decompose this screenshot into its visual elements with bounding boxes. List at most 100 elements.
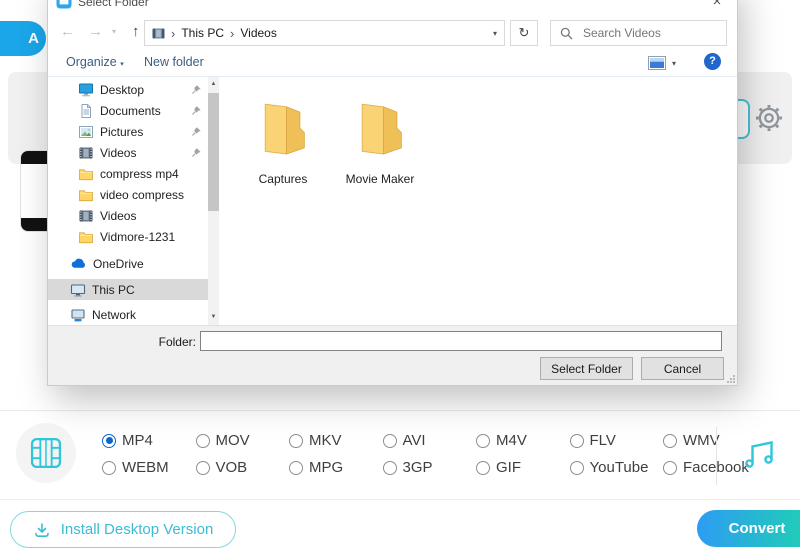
cancel-button[interactable]: Cancel <box>641 357 724 380</box>
new-folder-button[interactable]: New folder <box>144 55 204 69</box>
refresh-icon: ↻ <box>519 25 530 41</box>
radio-icon <box>289 434 303 448</box>
format-radio-webm[interactable]: WEBM <box>96 454 190 481</box>
breadcrumb-videos[interactable]: Videos <box>240 26 276 40</box>
sidebar-item-network[interactable]: Network <box>48 304 208 325</box>
view-options-icon[interactable] <box>648 56 666 70</box>
radio-icon <box>570 434 584 448</box>
sidebar-item-videos-2[interactable]: Videos <box>48 205 208 226</box>
sidebar-item-vidmore-1231[interactable]: Vidmore-1231 <box>48 226 208 247</box>
sidebar-item-label: Desktop <box>100 83 144 97</box>
sidebar-item-desktop[interactable]: Desktop <box>48 79 208 100</box>
divider <box>0 410 800 411</box>
breadcrumb[interactable]: › This PC › Videos ▾ <box>144 20 505 46</box>
sidebar-scrollbar[interactable]: ▲ ▼ <box>208 77 219 325</box>
folder-icon <box>78 229 94 245</box>
history-chevron-icon[interactable]: ▾ <box>112 21 116 43</box>
install-desktop-version-button[interactable]: Install Desktop Version <box>10 511 236 548</box>
radio-icon <box>476 461 490 475</box>
close-icon[interactable]: × <box>704 0 730 12</box>
format-radio-mp4[interactable]: MP4 <box>96 427 190 454</box>
format-radio-facebook[interactable]: Facebook <box>657 454 751 481</box>
dialog-titlebar[interactable]: Select Folder × <box>48 0 737 12</box>
audio-note-icon[interactable] <box>742 436 778 472</box>
picture-icon <box>78 124 94 140</box>
forward-icon[interactable]: → <box>88 21 103 43</box>
format-radio-avi[interactable]: AVI <box>377 427 471 454</box>
format-label: M4V <box>496 432 527 449</box>
organize-menu[interactable]: Organize ▾ <box>66 55 124 69</box>
select-folder-dialog: Select Folder × ← → ▾ ↑ › This PC › Vide… <box>48 0 737 385</box>
format-radio-m4v[interactable]: M4V <box>470 427 564 454</box>
format-radio-youtube[interactable]: YouTube <box>564 454 658 481</box>
format-label: MPG <box>309 459 343 476</box>
video-category-badge <box>16 423 76 483</box>
format-radio-gif[interactable]: GIF <box>470 454 564 481</box>
up-icon[interactable]: ↑ <box>132 21 140 43</box>
folder-movie-maker[interactable]: Movie Maker <box>332 97 428 186</box>
radio-icon <box>663 461 677 475</box>
format-radio-mkv[interactable]: MKV <box>283 427 377 454</box>
radio-icon <box>102 461 116 475</box>
sidebar-item-video-compress[interactable]: video compress <box>48 184 208 205</box>
sidebar-item-videos[interactable]: Videos <box>48 142 208 163</box>
breadcrumb-this-pc[interactable]: This PC <box>181 26 224 40</box>
resize-grip[interactable] <box>725 373 736 384</box>
download-icon <box>33 521 51 539</box>
search-icon <box>560 27 573 40</box>
format-radio-mpg[interactable]: MPG <box>283 454 377 481</box>
view-options-caret-icon[interactable]: ▾ <box>672 59 676 68</box>
refresh-button[interactable]: ↻ <box>510 20 538 46</box>
sidebar-item-documents[interactable]: Documents <box>48 100 208 121</box>
sidebar-item-this-pc[interactable]: This PC <box>48 279 208 300</box>
format-label: VOB <box>216 459 248 476</box>
format-label: WMV <box>683 432 720 449</box>
scroll-down-icon[interactable]: ▼ <box>208 310 219 325</box>
format-label: 3GP <box>403 459 433 476</box>
folder-icon <box>78 166 94 182</box>
videos-location-icon <box>152 27 165 40</box>
format-radio-vob[interactable]: VOB <box>190 454 284 481</box>
pin-icon <box>191 147 202 158</box>
radio-icon <box>383 434 397 448</box>
add-files-button[interactable]: A <box>0 21 46 56</box>
radio-icon <box>570 461 584 475</box>
settings-gear-icon[interactable] <box>754 103 784 133</box>
format-radio-wmv[interactable]: WMV <box>657 427 751 454</box>
format-radio-flv[interactable]: FLV <box>564 427 658 454</box>
format-label: GIF <box>496 459 521 476</box>
radio-icon <box>476 434 490 448</box>
sidebar-item-pictures[interactable]: Pictures <box>48 121 208 142</box>
sidebar-item-label: Vidmore-1231 <box>100 230 175 244</box>
add-files-label: A <box>28 30 39 47</box>
folder-name-input[interactable] <box>200 331 722 351</box>
dialog-title: Select Folder <box>78 0 149 9</box>
folder-captures[interactable]: Captures <box>235 97 331 186</box>
search-box[interactable] <box>550 20 727 46</box>
address-dropdown-icon[interactable]: ▾ <box>493 29 497 38</box>
sidebar-item-compress-mp4[interactable]: compress mp4 <box>48 163 208 184</box>
format-radio-3gp[interactable]: 3GP <box>377 454 471 481</box>
dialog-folder-icon <box>56 0 72 9</box>
sidebar-item-label: This PC <box>92 283 135 297</box>
format-radio-mov[interactable]: MOV <box>190 427 284 454</box>
help-button[interactable]: ? <box>704 53 721 70</box>
network-icon <box>70 307 86 323</box>
convert-label: Convert <box>729 520 786 537</box>
radio-icon <box>383 461 397 475</box>
folder-label: Movie Maker <box>332 172 428 186</box>
scrollbar-thumb[interactable] <box>208 93 219 211</box>
breadcrumb-separator: › <box>230 26 234 41</box>
scroll-up-icon[interactable]: ▲ <box>208 77 219 92</box>
sidebar-item-onedrive[interactable]: OneDrive <box>48 253 208 274</box>
select-folder-button[interactable]: Select Folder <box>540 357 633 380</box>
breadcrumb-separator: › <box>171 26 175 41</box>
convert-button[interactable]: Convert <box>697 510 800 547</box>
radio-icon <box>289 461 303 475</box>
divider <box>716 427 717 485</box>
back-icon[interactable]: ← <box>60 21 75 43</box>
search-input[interactable] <box>581 25 717 41</box>
sidebar-item-label: Network <box>92 308 136 322</box>
command-toolbar: Organize ▾ New folder ▾ ? <box>48 50 737 77</box>
format-row-1: MP4 MOV MKV AVI M4V FLV <box>96 427 751 454</box>
